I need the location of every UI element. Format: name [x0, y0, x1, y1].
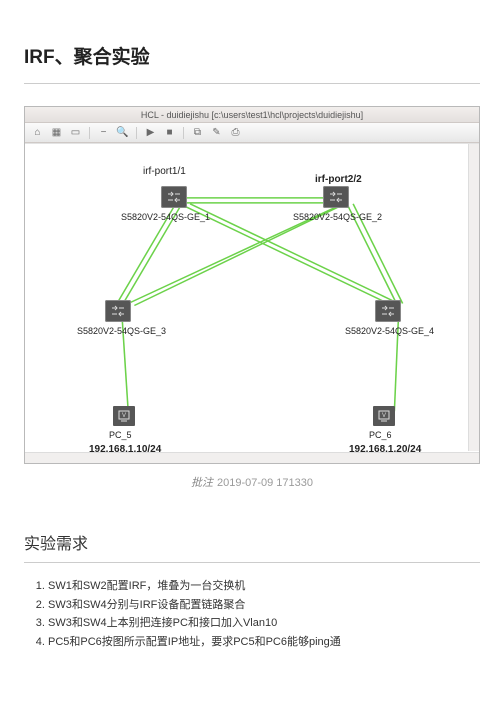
canvas-scrollbar-horizontal[interactable] [25, 452, 479, 463]
hcl-window: HCL - duidiejishu [c:\users\test1\hcl\pr… [24, 106, 480, 464]
switch-icon [323, 186, 349, 208]
zoom-out-icon[interactable]: − [97, 126, 110, 139]
list-item: SW3和SW4分别与IRF设备配置链路聚合 [48, 596, 480, 615]
figure: HCL - duidiejishu [c:\users\test1\hcl\pr… [24, 106, 480, 490]
toolbar-separator [183, 127, 184, 139]
switch-icon [161, 186, 187, 208]
list-item: SW1和SW2配置IRF，堆叠为一台交换机 [48, 577, 480, 596]
switch-label-sw4: S5820V2-54QS-GE_4 [345, 326, 434, 336]
caption-text: 2019-07-09 171330 [217, 477, 313, 489]
switch-node-sw4[interactable] [375, 300, 401, 322]
requirements-title: 实验需求 [24, 530, 480, 563]
switch-node-sw1[interactable] [161, 186, 187, 208]
pc-icon: V [373, 406, 395, 426]
hcl-window-title: HCL - duidiejishu [c:\users\test1\hcl\pr… [25, 107, 479, 123]
stop-icon[interactable]: ■ [163, 126, 176, 139]
topology-canvas: irf-port1/1 irf-port2/2 S5820V2-54QS-GE_… [25, 143, 479, 463]
page-title: IRF、聚合实验 [24, 42, 480, 84]
select-icon[interactable]: ▭ [69, 126, 82, 139]
requirements-list: SW1和SW2配置IRF，堆叠为一台交换机 SW3和SW4分别与IRF设备配置链… [48, 577, 480, 652]
switch-icon [105, 300, 131, 322]
zoom-in-icon[interactable]: 🔍 [116, 126, 129, 139]
irf-port-label-right: irf-port2/2 [315, 174, 362, 185]
switch-label-sw2: S5820V2-54QS-GE_2 [293, 212, 382, 222]
grid-icon[interactable]: ▦ [50, 126, 63, 139]
svg-text:V: V [382, 413, 386, 419]
home-icon[interactable]: ⌂ [31, 126, 44, 139]
copy-icon[interactable]: ⧉ [191, 126, 204, 139]
pc-node-pc5[interactable]: V [113, 406, 135, 426]
irf-port-label-left: irf-port1/1 [143, 166, 186, 177]
switch-node-sw3[interactable] [105, 300, 131, 322]
caption-prefix: 批注 [191, 477, 213, 489]
svg-text:V: V [122, 413, 126, 419]
pc-label-pc6: PC_6 [369, 430, 392, 440]
switch-label-sw3: S5820V2-54QS-GE_3 [77, 326, 166, 336]
figure-caption: 批注 2019-07-09 171330 [24, 474, 480, 490]
pc-label-pc5: PC_5 [109, 430, 132, 440]
canvas-scrollbar-vertical[interactable] [468, 144, 479, 451]
edit-icon[interactable]: ✎ [210, 126, 223, 139]
list-item: PC5和PC6按图所示配置IP地址，要求PC5和PC6能够ping通 [48, 633, 480, 652]
play-icon[interactable]: ▶ [144, 126, 157, 139]
topology-links [25, 144, 479, 463]
list-item: SW3和SW4上本别把连接PC和接口加入Vlan10 [48, 614, 480, 633]
camera-icon[interactable]: ⎙ [229, 126, 242, 139]
pc-node-pc6[interactable]: V [373, 406, 395, 426]
toolbar-separator [136, 127, 137, 139]
toolbar-separator [89, 127, 90, 139]
hcl-toolbar: ⌂ ▦ ▭ − 🔍 ▶ ■ ⧉ ✎ ⎙ [25, 123, 479, 143]
switch-node-sw2[interactable] [323, 186, 349, 208]
switch-label-sw1: S5820V2-54QS-GE_1 [121, 212, 210, 222]
pc-icon: V [113, 406, 135, 426]
switch-icon [375, 300, 401, 322]
